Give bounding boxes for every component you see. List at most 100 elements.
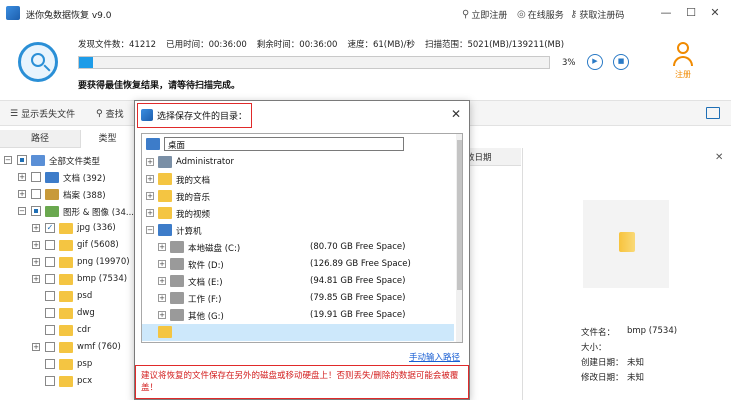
type-checkbox[interactable]	[45, 257, 55, 267]
directory-node[interactable]: +	[142, 341, 454, 342]
directory-node[interactable]: + 其他 (G:) (19.91 GB Free Space)	[142, 307, 454, 324]
expand-toggle-icon[interactable]: +	[158, 294, 166, 302]
type-tree-row[interactable]: psd	[0, 288, 135, 305]
directory-node[interactable]: + 本地磁盘 (C:) (80.70 GB Free Space)	[142, 239, 454, 256]
expand-toggle-icon[interactable]: +	[18, 173, 26, 181]
expand-toggle-icon[interactable]: +	[32, 275, 40, 283]
overwrite-warning: 建议将恢复的文件保存在另外的磁盘或移动硬盘上！否则丢失/删除的数据可能会被覆盖！	[135, 365, 469, 399]
directory-node[interactable]	[142, 324, 454, 341]
expand-toggle-icon[interactable]: +	[146, 158, 154, 166]
tab-type[interactable]: 类型	[80, 130, 135, 148]
app-title: 迷你兔数据恢复 v9.0	[26, 11, 112, 21]
type-tree-row[interactable]: − 图形 & 图像 (34...	[0, 203, 135, 220]
type-tree-row[interactable]: cdr	[0, 322, 135, 339]
type-checkbox[interactable]: ✓	[45, 223, 55, 233]
search-button[interactable]: ⚲ 查找	[96, 107, 124, 121]
directory-node[interactable]: + Administrator	[142, 154, 454, 171]
expand-toggle-icon[interactable]: +	[158, 277, 166, 285]
magnifier-icon: ⚲	[462, 9, 470, 20]
type-checkbox[interactable]	[45, 274, 55, 284]
expand-toggle-icon[interactable]: +	[18, 190, 26, 198]
type-tree-row[interactable]: + wmf (760)	[0, 339, 135, 356]
tab-path[interactable]: 路径	[0, 130, 80, 148]
get-code-link[interactable]: ⚷ 获取注册码	[570, 8, 624, 21]
register-now-link[interactable]: ⚲ 立即注册	[462, 8, 507, 21]
resume-scan-button[interactable]: ▶	[587, 54, 603, 70]
scrollbar-thumb[interactable]	[457, 140, 462, 290]
directory-node[interactable]: + 我的文档	[142, 171, 454, 188]
expand-toggle-icon[interactable]: +	[146, 175, 154, 183]
expand-toggle-icon[interactable]: +	[32, 241, 40, 249]
free-space-label: (94.81 GB Free Space)	[310, 276, 406, 286]
type-tree-row[interactable]: pcx	[0, 373, 135, 390]
type-tree-row[interactable]: + ✓ jpg (336)	[0, 220, 135, 237]
expand-toggle-icon[interactable]: +	[158, 311, 166, 319]
folder-icon	[158, 173, 172, 185]
type-checkbox[interactable]	[45, 240, 55, 250]
directory-node[interactable]: + 我的音乐	[142, 188, 454, 205]
scan-progress-fill	[79, 57, 94, 68]
type-checkbox[interactable]	[17, 155, 27, 165]
type-tree-row[interactable]: + bmp (7534)	[0, 271, 135, 288]
expand-toggle-icon[interactable]: −	[18, 207, 26, 215]
desktop-edit-box[interactable]	[164, 137, 404, 151]
prop-size: 大小：	[581, 343, 607, 353]
show-lost-files-button[interactable]: ☰ 显示丢失文件	[10, 107, 75, 121]
type-checkbox[interactable]	[45, 376, 55, 386]
free-space-label: (79.85 GB Free Space)	[310, 293, 406, 303]
type-tree-row[interactable]: − 全部文件类型	[0, 152, 135, 169]
expand-toggle-icon[interactable]: +	[158, 260, 166, 268]
type-tree-row[interactable]: + gif (5608)	[0, 237, 135, 254]
type-checkbox[interactable]	[31, 172, 41, 182]
type-checkbox[interactable]	[45, 308, 55, 318]
expand-toggle-icon[interactable]: +	[32, 258, 40, 266]
expand-toggle-icon[interactable]: +	[146, 192, 154, 200]
export-icon[interactable]	[706, 107, 720, 119]
type-tree-row[interactable]: + png (19970)	[0, 254, 135, 271]
type-tree-row[interactable]: + 文档 (392)	[0, 169, 135, 186]
dialog-close-button[interactable]: ✕	[451, 107, 461, 121]
search-icon: ⚲	[96, 108, 103, 119]
directory-node[interactable]: + 文档 (E:) (94.81 GB Free Space)	[142, 273, 454, 290]
manual-path-link[interactable]: 手动输入路径	[409, 351, 460, 363]
preview-close-icon[interactable]: ✕	[715, 152, 723, 163]
directory-node[interactable]: + 软件 (D:) (126.89 GB Free Space)	[142, 256, 454, 273]
save-directory-dialog: 选择保存文件的目录： ✕ 桌面 + Administrator + 我的文档 + 我的音乐…	[134, 100, 470, 400]
expand-toggle-icon[interactable]: +	[146, 209, 154, 217]
type-tree-label: gif (5608)	[77, 240, 119, 250]
tree-node-desktop[interactable]: 桌面	[142, 136, 454, 153]
directory-node[interactable]: + 工作 (F:) (79.85 GB Free Space)	[142, 290, 454, 307]
drive-icon	[170, 241, 184, 253]
directory-node[interactable]: − 计算机	[142, 222, 454, 239]
type-checkbox[interactable]	[45, 342, 55, 352]
expand-toggle-icon[interactable]: +	[158, 243, 166, 251]
directory-node-label: 工作 (F:)	[188, 295, 222, 305]
register-button[interactable]: 注册	[668, 42, 698, 80]
file-type-icon	[45, 206, 59, 217]
type-checkbox[interactable]	[45, 325, 55, 335]
expand-toggle-icon[interactable]: −	[4, 156, 12, 164]
directory-node-label: 本地磁盘 (C:)	[188, 244, 241, 254]
folder-icon	[158, 326, 172, 338]
expand-toggle-icon[interactable]: −	[146, 226, 154, 234]
minimize-button[interactable]: —	[655, 4, 677, 22]
directory-scrollbar[interactable]	[456, 134, 462, 342]
type-checkbox[interactable]	[45, 359, 55, 369]
free-space-label: (126.89 GB Free Space)	[310, 259, 411, 269]
type-tree-row[interactable]: + 档案 (388)	[0, 186, 135, 203]
expand-toggle-icon[interactable]: +	[32, 224, 40, 232]
close-button[interactable]: ✕	[704, 4, 726, 22]
online-service-link[interactable]: ◎ 在线服务	[517, 8, 564, 21]
title-bar: 迷你兔数据恢复 v9.0 ⚲ 立即注册 ◎ 在线服务 ⚷ 获取注册码 — ☐ ✕	[0, 0, 731, 28]
type-checkbox[interactable]	[31, 189, 41, 199]
type-tree-row[interactable]: dwg	[0, 305, 135, 322]
type-checkbox[interactable]	[45, 291, 55, 301]
file-type-icon	[59, 325, 73, 336]
speed-stat: 速度：61(MB)/秒	[347, 40, 415, 50]
type-checkbox[interactable]	[31, 206, 41, 216]
expand-toggle-icon[interactable]: +	[32, 343, 40, 351]
directory-node[interactable]: + 我的视频	[142, 205, 454, 222]
stop-scan-button[interactable]: ■	[613, 54, 629, 70]
maximize-button[interactable]: ☐	[680, 4, 702, 22]
type-tree-row[interactable]: psp	[0, 356, 135, 373]
